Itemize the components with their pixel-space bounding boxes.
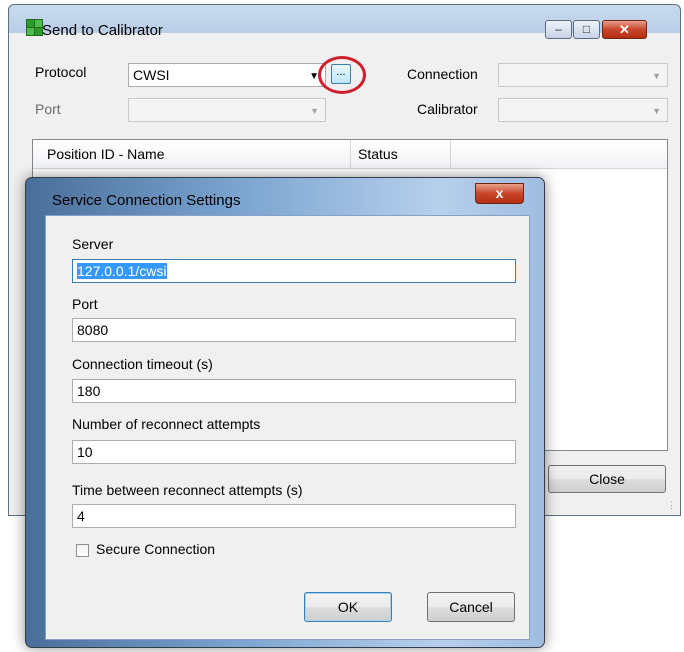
port-input[interactable]: 8080 — [72, 318, 516, 342]
dialog-title: Service Connection Settings — [52, 192, 241, 209]
protocol-dropdown[interactable]: CWSI ▼ — [128, 63, 326, 87]
close-icon: x — [495, 185, 504, 201]
protocol-value: CWSI — [133, 67, 170, 83]
reconnect-attempts-label: Number of reconnect attempts — [72, 416, 261, 432]
reconnect-interval-label: Time between reconnect attempts (s) — [72, 482, 303, 498]
maximize-icon: □ — [582, 22, 591, 36]
server-value: 127.0.0.1/cwsi — [77, 263, 167, 279]
maximize-button[interactable]: □ — [573, 20, 600, 39]
secure-connection-label[interactable]: Secure Connection — [96, 541, 215, 557]
close-button[interactable]: Close — [548, 465, 666, 493]
connection-timeout-input[interactable]: 180 — [72, 379, 516, 403]
close-icon: ✕ — [619, 22, 630, 37]
port-label: Port — [35, 101, 61, 117]
highlight-circle — [318, 56, 366, 94]
connection-label: Connection — [407, 66, 478, 82]
connection-dropdown[interactable]: ▼ — [498, 63, 668, 87]
connection-timeout-label: Connection timeout (s) — [72, 356, 213, 372]
ok-button[interactable]: OK — [304, 592, 392, 622]
server-input[interactable]: 127.0.0.1/cwsi — [72, 259, 516, 283]
column-header-status[interactable]: Status — [358, 146, 398, 162]
reconnect-interval-input[interactable]: 4 — [72, 504, 516, 528]
reconnect-attempts-input[interactable]: 10 — [72, 440, 516, 464]
chevron-down-icon: ▼ — [652, 106, 661, 116]
chevron-down-icon: ▼ — [310, 106, 319, 116]
calibrator-label: Calibrator — [417, 101, 478, 117]
cancel-button[interactable]: Cancel — [427, 592, 515, 622]
column-divider[interactable] — [450, 140, 451, 168]
secure-connection-checkbox[interactable] — [76, 544, 89, 557]
calibrator-dropdown[interactable]: ▼ — [498, 98, 668, 122]
protocol-label: Protocol — [35, 64, 87, 80]
port-field-label: Port — [72, 296, 98, 312]
port-dropdown[interactable]: ▼ — [128, 98, 326, 122]
minimize-button[interactable]: – — [545, 20, 572, 39]
minimize-icon: – — [555, 22, 562, 36]
close-window-button[interactable]: ✕ — [602, 20, 647, 39]
server-label: Server — [72, 236, 114, 252]
dialog-close-button[interactable]: x — [475, 183, 524, 204]
column-divider[interactable] — [350, 140, 351, 168]
resize-grip-icon[interactable]: ⋮ — [667, 500, 676, 511]
column-header-position[interactable]: Position ID - Name — [47, 146, 164, 162]
chevron-down-icon: ▼ — [652, 71, 661, 81]
window-title: Send to Calibrator — [42, 22, 163, 39]
